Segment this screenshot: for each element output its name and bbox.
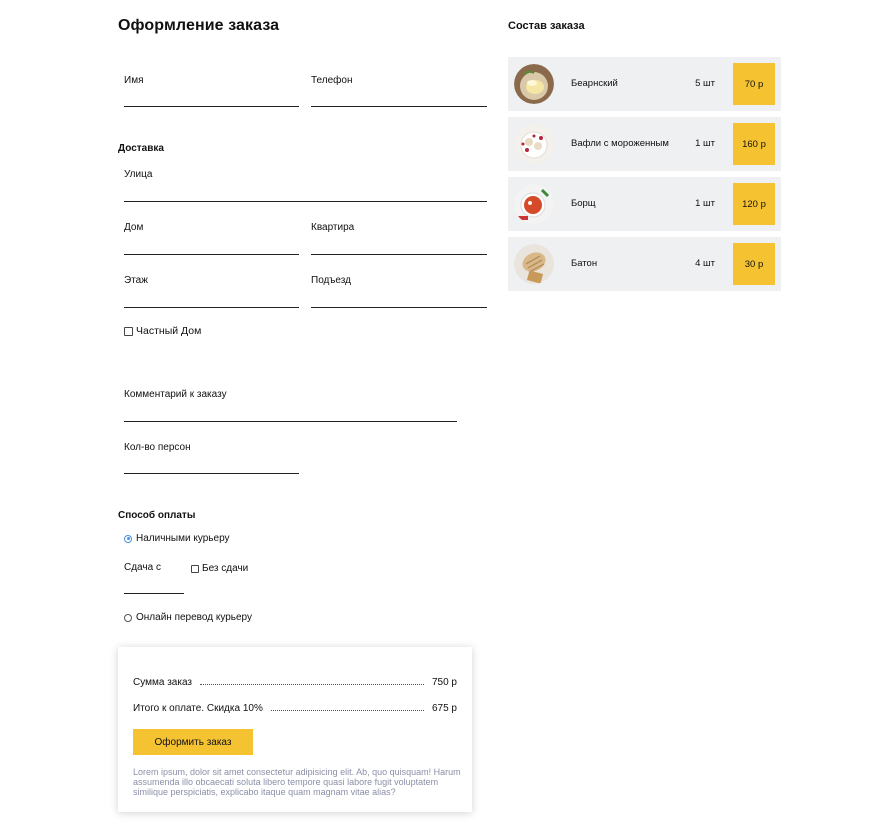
dish-thumbnail [514, 124, 554, 164]
house-label: Дом [124, 222, 144, 233]
street-label: Улица [124, 169, 153, 180]
sum-label: Сумма заказ [133, 677, 192, 688]
cash-label: Наличными курьеру [136, 533, 230, 544]
order-item: Батон 4 шт 30 р [508, 237, 781, 291]
comment-label: Комментарий к заказу [124, 389, 227, 400]
dish-price: 30 р [733, 243, 775, 285]
order-title: Состав заказа [508, 20, 585, 32]
order-item: Беарнский 5 шт 70 р [508, 57, 781, 111]
dish-name: Беарнский [571, 78, 618, 89]
no-change-box[interactable] [191, 564, 199, 573]
street-field[interactable]: Улица [118, 169, 487, 202]
total-label: Итого к оплате. Скидка 10% [133, 703, 263, 714]
summary-note: Lorem ipsum, dolor sit amet consectetur … [133, 767, 461, 797]
dish-thumbnail [514, 64, 554, 104]
phone-input[interactable] [311, 89, 487, 105]
dish-name: Вафли с мороженным [571, 138, 669, 149]
page-title: Оформление заказа [118, 17, 280, 34]
dish-qty: 1 шт [695, 138, 715, 149]
online-radio-dot[interactable] [124, 613, 132, 622]
entrance-input[interactable] [311, 289, 487, 306]
total-value: 675 р [431, 703, 457, 714]
online-radio[interactable]: Онлайн перевод курьеру [124, 612, 252, 623]
dish-name: Борщ [571, 198, 596, 209]
private-house-checkbox[interactable]: Частный Дом [124, 325, 201, 337]
entrance-field[interactable]: Подъезд [305, 275, 487, 308]
floor-input[interactable] [124, 289, 299, 306]
floor-field[interactable]: Этаж [118, 275, 299, 308]
online-label: Онлайн перевод курьеру [136, 612, 252, 623]
order-item: Борщ 1 шт 120 р [508, 177, 781, 231]
house-field[interactable]: Дом [118, 222, 299, 255]
apartment-field[interactable]: Квартира [305, 222, 487, 255]
dish-thumbnail [514, 184, 554, 224]
street-input[interactable] [124, 183, 487, 200]
private-house-label: Частный Дом [136, 325, 202, 337]
cash-radio[interactable]: Наличными курьеру [124, 533, 230, 544]
checkbox-box[interactable] [124, 326, 133, 336]
entrance-label: Подъезд [311, 275, 351, 286]
sum-value: 750 р [431, 677, 457, 688]
order-item: Вафли с мороженным 1 шт 160 р [508, 117, 781, 171]
apartment-label: Квартира [311, 222, 355, 233]
change-underline [124, 593, 184, 594]
house-underline [124, 254, 299, 255]
dish-price: 120 р [733, 183, 775, 225]
entrance-underline [311, 307, 487, 308]
name-underline [124, 106, 299, 107]
street-underline [124, 201, 487, 202]
no-change-checkbox[interactable]: Без сдачи [191, 563, 248, 574]
persons-input[interactable] [124, 456, 299, 472]
change-field[interactable]: Сдача с [118, 562, 184, 594]
no-change-label: Без сдачи [202, 563, 249, 574]
dish-price: 70 р [733, 63, 775, 105]
dish-name: Батон [571, 258, 598, 269]
comment-underline [124, 421, 457, 422]
name-field[interactable]: Имя [118, 75, 299, 107]
cash-radio-dot[interactable] [124, 534, 132, 543]
delivery-title: Доставка [118, 143, 164, 154]
dish-qty: 5 шт [695, 78, 715, 89]
dotted-leader [199, 684, 424, 685]
persons-underline [124, 473, 299, 474]
floor-label: Этаж [124, 275, 148, 286]
phone-label: Телефон [311, 75, 353, 86]
floor-underline [124, 307, 299, 308]
comment-field[interactable]: Комментарий к заказу [118, 389, 457, 422]
apartment-input[interactable] [311, 236, 487, 253]
submit-order-button[interactable]: Оформить заказ [133, 729, 253, 755]
apartment-underline [311, 254, 487, 255]
payment-title: Способ оплаты [118, 510, 196, 521]
name-input[interactable] [124, 89, 299, 105]
house-input[interactable] [124, 236, 299, 253]
phone-field[interactable]: Телефон [305, 75, 487, 107]
persons-label: Кол-во персон [124, 442, 191, 453]
dish-thumbnail [514, 244, 554, 284]
order-summary-card: Сумма заказ 750 р Итого к оплате. Скидка… [118, 647, 472, 812]
dish-price: 160 р [733, 123, 775, 165]
dotted-leader [270, 710, 424, 711]
sum-row: Сумма заказ 750 р [133, 677, 457, 688]
total-row: Итого к оплате. Скидка 10% 675 р [133, 703, 457, 714]
change-label: Сдача с [124, 562, 161, 573]
name-label: Имя [124, 75, 144, 86]
comment-input[interactable] [124, 403, 457, 420]
dish-qty: 1 шт [695, 198, 715, 209]
persons-field[interactable]: Кол-во персон [118, 442, 299, 474]
phone-underline [311, 106, 487, 107]
dish-qty: 4 шт [695, 258, 715, 269]
change-input[interactable] [124, 576, 184, 592]
